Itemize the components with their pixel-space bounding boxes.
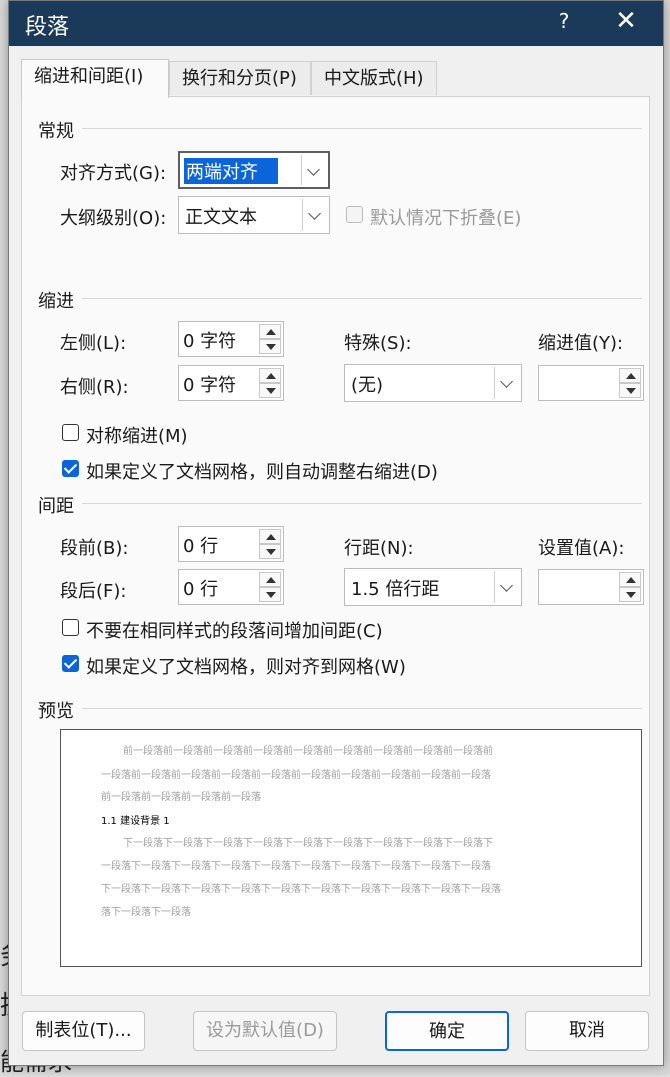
collapse-default-label: 默认情况下折叠(E) <box>370 208 522 229</box>
dont-add-space-checkbox[interactable] <box>62 619 79 636</box>
spin-up-icon[interactable] <box>259 529 281 544</box>
snap-to-grid-label: 如果定义了文档网格，则对齐到网格(W) <box>86 657 406 678</box>
alignment-label: 对齐方式(G): <box>60 163 167 184</box>
spin-down-icon[interactable] <box>259 339 281 354</box>
preview-next-paragraph: 一段落下一段落下一段落下一段落下一段落下一段落下一段落下一段落下一段落下一段落 <box>101 861 491 872</box>
indent-left-label: 左侧(L): <box>60 333 127 354</box>
spacing-before-spinner[interactable]: 0 行 <box>178 526 284 562</box>
section-divider <box>82 708 642 709</box>
spacing-at-label: 设置值(A): <box>538 538 625 559</box>
spacing-before-value: 0 行 <box>183 536 219 557</box>
spin-up-icon[interactable] <box>259 572 281 587</box>
line-spacing-value: 1.5 倍行距 <box>351 579 440 600</box>
cancel-button[interactable]: 取消 <box>525 1011 649 1051</box>
tabs-button[interactable]: 制表位(T)... <box>22 1011 145 1051</box>
tab-line-page-breaks[interactable]: 换行和分页(P) <box>169 61 311 95</box>
preview-prev-paragraph: 前一段落前一段落前一段落前一段落前一段落前一段落前一段落前一段落前一段落前 <box>123 746 493 757</box>
tab-asian-typography[interactable]: 中文版式(H) <box>311 61 437 95</box>
line-spacing-label: 行距(N): <box>344 538 414 559</box>
spacing-after-label: 段后(F): <box>60 581 127 602</box>
preview-next-paragraph: 下一段落下一段落下一段落下一段落下一段落下一段落下一段落下一段落下一段落下一段落 <box>101 884 501 895</box>
spin-down-icon[interactable] <box>259 544 281 559</box>
dont-add-space-label: 不要在相同样式的段落间增加间距(C) <box>86 621 383 642</box>
spin-down-icon[interactable] <box>619 383 641 398</box>
indent-by-spinner[interactable] <box>538 365 644 401</box>
preview-next-paragraph: 落下一段落下一段落 <box>101 907 191 918</box>
preview-current-paragraph: 1.1 建设背景 1 <box>101 816 170 827</box>
indent-right-spinner[interactable]: 0 字符 <box>178 365 284 401</box>
section-preview-title: 预览 <box>38 701 74 722</box>
spin-up-icon[interactable] <box>259 324 281 339</box>
preview-prev-paragraph: 一段落前一段落前一段落前一段落前一段落前一段落前一段落前一段落前一段落前一段落 <box>101 770 491 781</box>
chevron-down-icon[interactable] <box>494 367 519 399</box>
chevron-down-icon[interactable] <box>494 571 519 603</box>
outline-level-select[interactable]: 正文文本 <box>178 196 330 234</box>
chevron-down-icon[interactable] <box>301 155 326 185</box>
spacing-at-spinner[interactable] <box>538 569 644 605</box>
collapse-default-checkbox[interactable] <box>346 206 363 223</box>
spin-up-icon[interactable] <box>619 572 641 587</box>
ok-button[interactable]: 确定 <box>385 1011 509 1051</box>
paragraph-dialog: 段落 ? ✕ 缩进和间距(I) 换行和分页(P) 中文版式(H) 常规 对齐方式… <box>8 0 664 1066</box>
indent-left-spinner[interactable]: 0 字符 <box>178 321 284 357</box>
section-divider <box>82 298 642 299</box>
section-general-title: 常规 <box>38 121 74 142</box>
chevron-down-icon[interactable] <box>302 199 327 231</box>
close-button[interactable]: ✕ <box>609 6 643 36</box>
snap-to-grid-checkbox[interactable] <box>62 655 79 672</box>
spin-down-icon[interactable] <box>259 383 281 398</box>
section-indent-title: 缩进 <box>38 291 74 312</box>
alignment-value: 两端对齐 <box>184 158 278 184</box>
preview-prev-paragraph: 前一段落前一段落前一段落前一段落 <box>101 792 261 803</box>
outline-level-value: 正文文本 <box>185 207 257 228</box>
spin-down-icon[interactable] <box>259 587 281 602</box>
spin-down-icon[interactable] <box>619 587 641 602</box>
indent-right-label: 右侧(R): <box>60 377 129 398</box>
indent-right-value: 0 字符 <box>183 375 237 396</box>
indent-left-value: 0 字符 <box>183 331 237 352</box>
set-default-button[interactable]: 设为默认值(D) <box>193 1011 337 1051</box>
auto-right-indent-label: 如果定义了文档网格，则自动调整右缩进(D) <box>86 462 438 483</box>
spin-up-icon[interactable] <box>619 368 641 383</box>
special-indent-select[interactable]: (无) <box>344 364 522 402</box>
section-spacing-title: 间距 <box>38 496 74 517</box>
special-indent-value: (无) <box>351 375 384 396</box>
alignment-select[interactable]: 两端对齐 <box>178 151 330 189</box>
paragraph-preview: 前一段落前一段落前一段落前一段落前一段落前一段落前一段落前一段落前一段落前 一段… <box>60 729 642 967</box>
section-divider <box>82 503 642 504</box>
indent-by-label: 缩进值(Y): <box>538 333 624 354</box>
spacing-before-label: 段前(B): <box>60 538 129 559</box>
help-button[interactable]: ? <box>549 9 579 33</box>
preview-next-paragraph: 下一段落下一段落下一段落下一段落下一段落下一段落下一段落下一段落下一段落下 <box>123 838 493 849</box>
outline-level-label: 大纲级别(O): <box>60 208 167 229</box>
section-divider <box>82 128 642 129</box>
mirror-indents-label: 对称缩进(M) <box>86 426 188 447</box>
tab-panel: 常规 对齐方式(G): 两端对齐 大纲级别(O): 正文文本 默认情况下折叠(E… <box>21 96 650 996</box>
mirror-indents-checkbox[interactable] <box>62 424 79 441</box>
spacing-after-value: 0 行 <box>183 579 219 600</box>
tab-indents-spacing[interactable]: 缩进和间距(I) <box>21 59 169 98</box>
auto-right-indent-checkbox[interactable] <box>62 460 79 477</box>
line-spacing-select[interactable]: 1.5 倍行距 <box>344 568 522 606</box>
dialog-title: 段落 <box>25 15 70 40</box>
spin-up-icon[interactable] <box>259 368 281 383</box>
special-label: 特殊(S): <box>344 333 412 354</box>
spacing-after-spinner[interactable]: 0 行 <box>178 569 284 605</box>
title-bar: 段落 ? ✕ <box>9 1 663 46</box>
